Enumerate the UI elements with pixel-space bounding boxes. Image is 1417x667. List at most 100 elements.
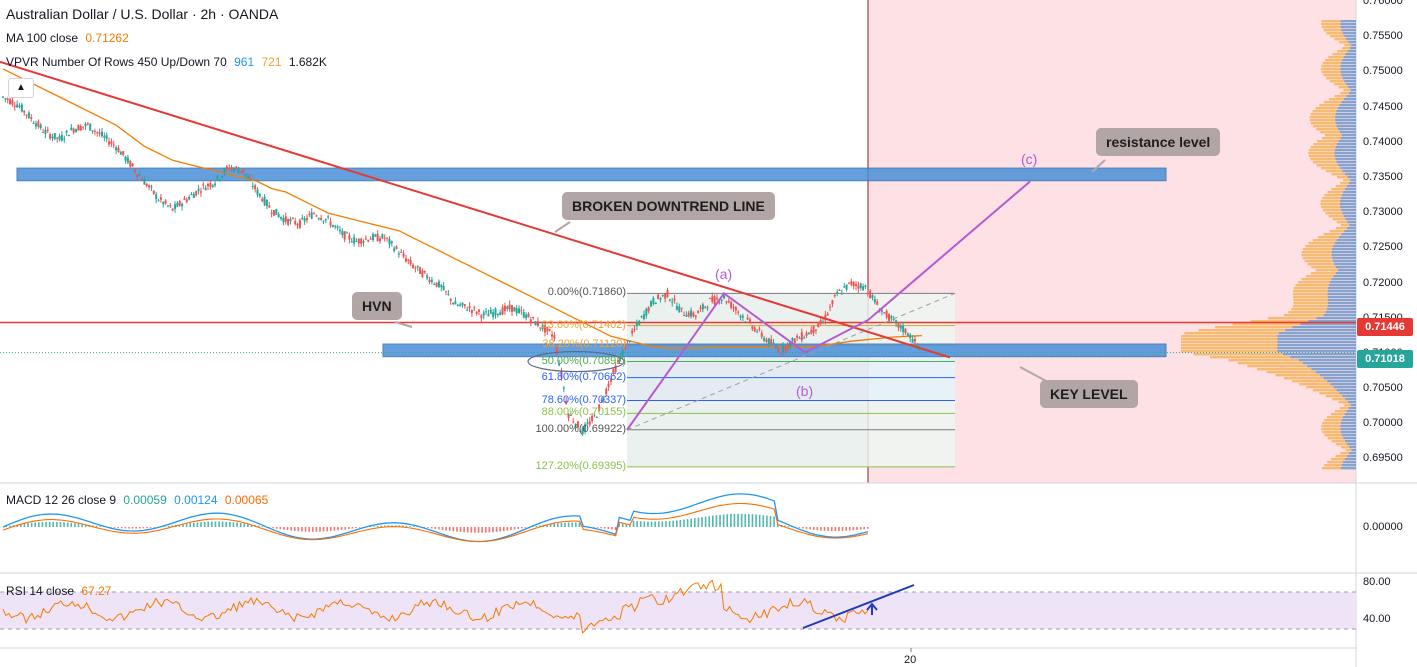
- candle-body: [628, 340, 631, 342]
- candle-body: [690, 310, 693, 317]
- volume-bar-down: [1348, 41, 1356, 44]
- macd-histogram-bar: [650, 521, 653, 527]
- volume-bar-down: [1335, 146, 1356, 149]
- volume-bar-up: [1316, 128, 1339, 131]
- candle-body: [890, 316, 893, 319]
- candle-body: [20, 104, 23, 112]
- price-axis-label: 0.75500: [1363, 30, 1403, 43]
- chart-canvas[interactable]: [0, 0, 1417, 667]
- volume-bar-down: [1343, 461, 1356, 464]
- macd-histogram-bar: [823, 527, 826, 531]
- broken-downtrend-callout[interactable]: BROKEN DOWNTREND LINE: [562, 192, 775, 220]
- candle-body: [673, 298, 676, 301]
- candle-body: [221, 175, 224, 178]
- volume-bar-up: [1232, 323, 1301, 326]
- macd-histogram-bar: [701, 517, 703, 527]
- volume-bar-down: [1292, 326, 1356, 329]
- macd-histogram-bar: [185, 523, 188, 527]
- volume-bar-down: [1278, 332, 1356, 335]
- volume-bar-down: [1347, 443, 1356, 446]
- volume-bar-up: [1305, 245, 1334, 248]
- candle-body: [843, 286, 846, 288]
- volume-bar-down: [1344, 458, 1356, 461]
- candle-body: [251, 185, 254, 187]
- candle-body: [216, 175, 219, 179]
- price-axis-label: 0.74000: [1363, 135, 1403, 148]
- volume-bar-up: [1305, 275, 1334, 278]
- resistance-callout[interactable]: resistance level: [1096, 128, 1221, 156]
- vpvr-legend[interactable]: VPVR Number Of Rows 450 Up/Down 70 961 7…: [6, 55, 327, 69]
- macd-histogram-bar: [448, 527, 451, 531]
- key-level-callout[interactable]: KEY LEVEL: [1040, 380, 1138, 408]
- macd-histogram-bar: [740, 513, 743, 527]
- volume-bar-down: [1344, 173, 1356, 176]
- volume-bar-down: [1335, 122, 1356, 125]
- candle-body: [800, 332, 803, 341]
- candle-body: [303, 218, 306, 222]
- volume-bar-down: [1327, 302, 1356, 305]
- candle-body: [305, 217, 308, 221]
- rsi-legend[interactable]: RSI 14 close 67.27: [6, 584, 111, 598]
- macd-histogram-bar: [466, 527, 469, 533]
- volume-bar-down: [1340, 428, 1356, 431]
- volume-bar-up: [1341, 446, 1350, 449]
- candle-body: [657, 294, 660, 299]
- macd-legend[interactable]: MACD 12 26 close 9 0.00059 0.00124 0.000…: [6, 493, 268, 507]
- macd-histogram-bar: [481, 527, 483, 533]
- volume-bar-up: [1322, 62, 1342, 65]
- macd-histogram-bar: [571, 522, 574, 527]
- candle-body: [371, 234, 374, 241]
- candle-body: [225, 166, 228, 169]
- candle-body: [42, 131, 45, 133]
- macd-histogram-bar: [272, 527, 274, 529]
- candle-body: [30, 117, 33, 119]
- volume-bar-up: [1331, 188, 1345, 191]
- volume-bar-up: [1321, 206, 1341, 209]
- rsi-axis-top: 80.00: [1363, 576, 1391, 588]
- collapse-legend-button[interactable]: ▲: [8, 78, 34, 98]
- macd-histogram-bar: [463, 527, 465, 533]
- macd-histogram-bar: [149, 527, 152, 528]
- candle-body: [23, 110, 26, 113]
- volume-bar-down: [1340, 68, 1356, 71]
- price-axis-label: 0.70000: [1363, 417, 1403, 430]
- volume-bar-down: [1340, 26, 1356, 29]
- volume-bar-down: [1327, 299, 1356, 302]
- volume-bar-up: [1308, 149, 1335, 152]
- candle-body: [708, 298, 711, 300]
- resistance-zone: [16, 167, 1167, 182]
- macd-histogram-bar: [459, 527, 462, 532]
- macd-histogram-bar: [146, 527, 148, 529]
- macd-histogram-bar: [499, 527, 501, 532]
- candle-body: [727, 300, 730, 303]
- volume-bar-down: [1349, 446, 1356, 449]
- volume-bar-down: [1282, 353, 1356, 356]
- candle-body: [847, 282, 850, 284]
- volume-bar-down: [1348, 86, 1356, 89]
- candle-body: [379, 238, 382, 242]
- candle-body: [211, 184, 214, 187]
- macd-histogram-bar: [654, 521, 656, 527]
- volume-bar-down: [1334, 242, 1356, 245]
- candle-body: [214, 183, 217, 186]
- candle-body: [131, 163, 134, 167]
- macd-histogram-bar: [567, 522, 570, 527]
- ma-legend[interactable]: MA 100 close 0.71262: [6, 31, 129, 45]
- volume-bar-up: [1312, 389, 1337, 392]
- volume-bar-up: [1325, 59, 1343, 62]
- candle-body: [763, 337, 766, 341]
- volume-bar-up: [1181, 344, 1278, 347]
- macd-histogram-bar: [715, 515, 718, 527]
- macd-histogram-bar: [683, 519, 685, 527]
- volume-bar-up: [1328, 56, 1344, 59]
- candle-body: [906, 333, 909, 336]
- macd-histogram-bar: [726, 514, 729, 527]
- volume-bar-down: [1338, 140, 1356, 143]
- macd-histogram-bar: [405, 525, 408, 527]
- macd-histogram-bar: [517, 527, 519, 530]
- candle-body: [364, 238, 367, 240]
- candle-body: [152, 190, 155, 194]
- volume-bar-up: [1311, 272, 1336, 275]
- candle-body: [185, 199, 188, 202]
- macd-histogram-bar: [211, 521, 213, 527]
